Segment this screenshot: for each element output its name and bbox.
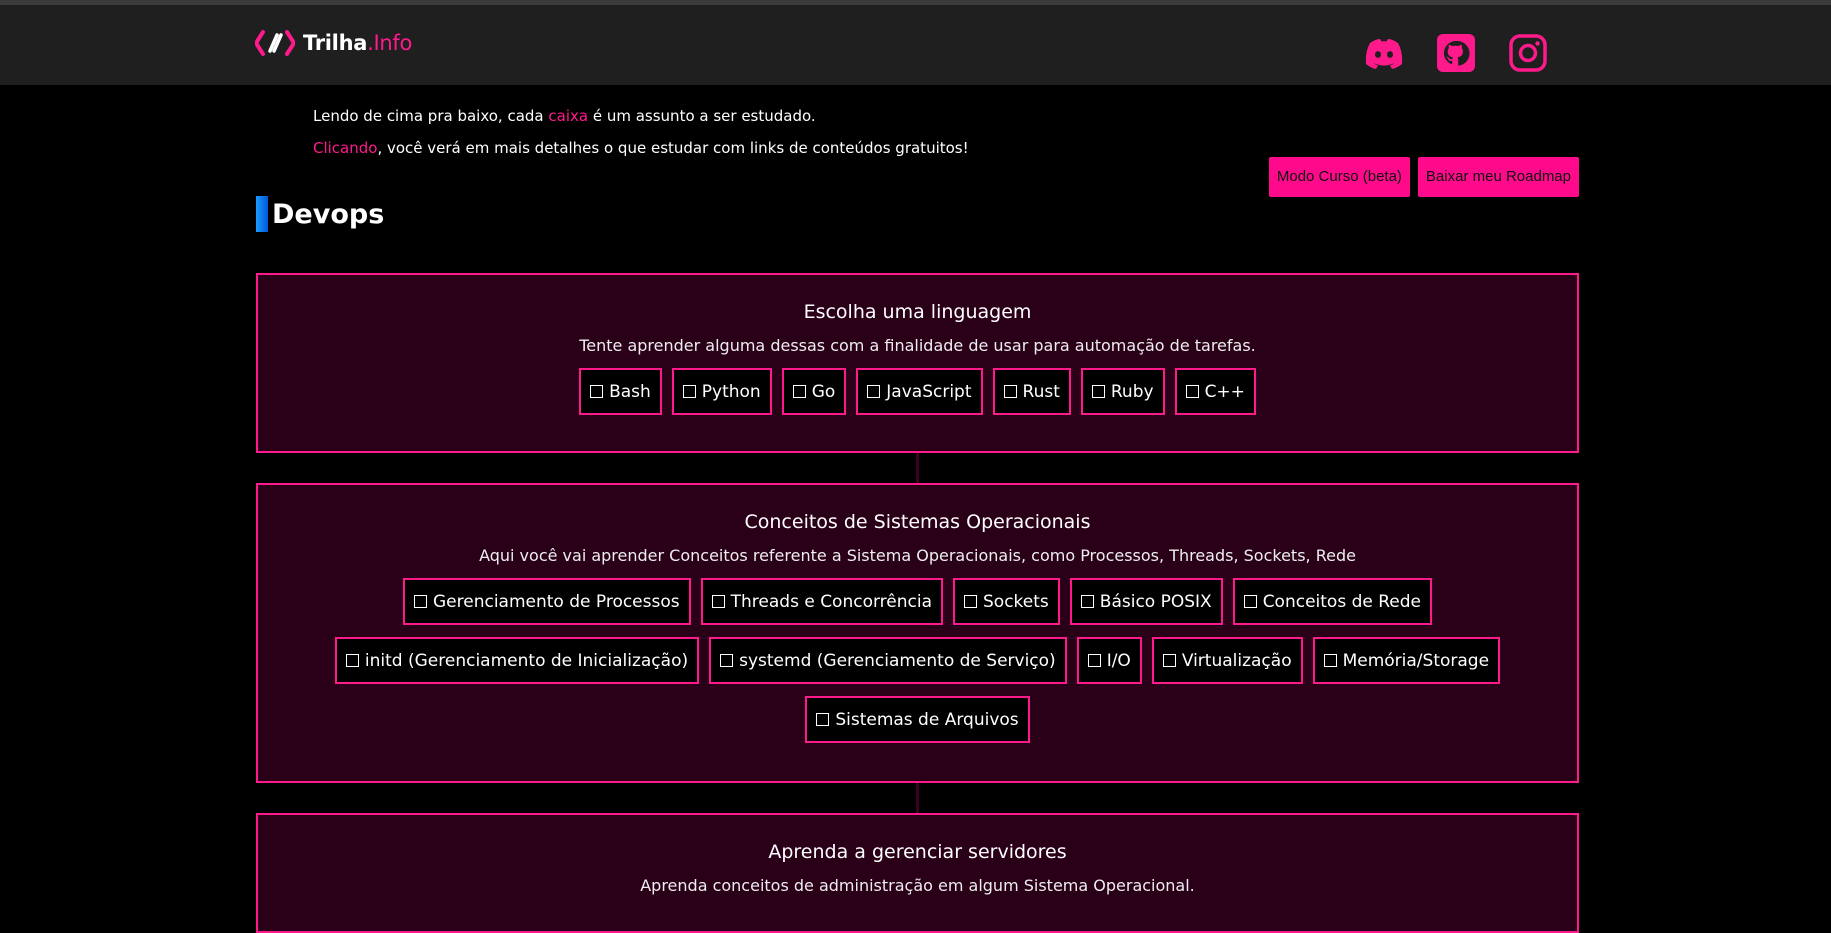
section-title: Aprenda a gerenciar servidores xyxy=(768,841,1067,863)
page-title: Devops xyxy=(256,196,384,232)
section-server-management[interactable]: Aprenda a gerenciar servidores Aprenda c… xyxy=(256,813,1579,933)
title-accent-bar xyxy=(256,196,268,232)
section-description: Aprenda conceitos de administração em al… xyxy=(640,876,1195,895)
instagram-icon[interactable] xyxy=(1507,32,1549,74)
roadmap-actions: Modo Curso (beta) Baixar meu Roadmap xyxy=(1268,157,1579,197)
logo-text: Trilha.Info xyxy=(303,31,413,55)
chip-memory-storage[interactable]: Memória/Storage xyxy=(1312,637,1501,684)
github-icon[interactable] xyxy=(1435,32,1477,74)
checkbox-icon[interactable] xyxy=(590,385,604,398)
connector-line xyxy=(916,453,919,483)
course-mode-button[interactable]: Modo Curso (beta) xyxy=(1268,157,1410,197)
section-description: Aqui você vai aprender Conceitos referen… xyxy=(479,546,1356,565)
checkbox-icon[interactable] xyxy=(1185,385,1199,398)
intro-text: Lendo de cima pra baixo, cada caixa é um… xyxy=(313,100,969,164)
checkbox-icon[interactable] xyxy=(1091,385,1105,398)
chip-cpp[interactable]: C++ xyxy=(1174,368,1256,415)
intro-line-1: Lendo de cima pra baixo, cada caixa é um… xyxy=(313,107,816,125)
logo-icon xyxy=(255,30,295,56)
section-title: Conceitos de Sistemas Operacionais xyxy=(744,511,1091,533)
checkbox-icon[interactable] xyxy=(682,385,696,398)
checkbox-icon[interactable] xyxy=(345,654,359,667)
chip-filesystems[interactable]: Sistemas de Arquivos xyxy=(805,696,1030,743)
checkbox-icon[interactable] xyxy=(1162,654,1176,667)
checkbox-icon[interactable] xyxy=(1003,385,1017,398)
section-title: Escolha uma linguagem xyxy=(803,301,1032,323)
topic-chips: Bash Python Go JavaScript Rust Ruby C++ xyxy=(258,368,1577,417)
chip-initd[interactable]: initd (Gerenciamento de Inicialização) xyxy=(334,637,700,684)
site-logo[interactable]: Trilha.Info xyxy=(255,29,412,57)
clicando-highlight: Clicando xyxy=(313,139,378,157)
chip-virtualization[interactable]: Virtualização xyxy=(1151,637,1303,684)
chip-process-management[interactable]: Gerenciamento de Processos xyxy=(402,578,691,625)
checkbox-icon[interactable] xyxy=(711,595,725,608)
site-header: Trilha.Info xyxy=(0,5,1831,85)
chip-python[interactable]: Python xyxy=(671,368,772,415)
section-choose-language[interactable]: Escolha uma linguagem Tente aprender alg… xyxy=(256,273,1579,453)
chip-sockets[interactable]: Sockets xyxy=(953,578,1060,625)
checkbox-icon[interactable] xyxy=(1243,595,1257,608)
chip-javascript[interactable]: JavaScript xyxy=(856,368,983,415)
checkbox-icon[interactable] xyxy=(1323,654,1337,667)
checkbox-icon[interactable] xyxy=(1080,595,1094,608)
social-links xyxy=(1363,32,1549,74)
connector-line xyxy=(916,783,919,813)
chip-go[interactable]: Go xyxy=(781,368,847,415)
checkbox-icon[interactable] xyxy=(964,595,978,608)
page-title-text: Devops xyxy=(272,198,385,230)
chip-ruby[interactable]: Ruby xyxy=(1080,368,1165,415)
chip-io[interactable]: I/O xyxy=(1076,637,1142,684)
checkbox-icon[interactable] xyxy=(1087,654,1101,667)
discord-icon[interactable] xyxy=(1363,32,1405,74)
intro-line-2: Clicando, você verá em mais detalhes o q… xyxy=(313,139,969,157)
chip-network[interactable]: Conceitos de Rede xyxy=(1232,578,1432,625)
chip-systemd[interactable]: systemd (Gerenciamento de Serviço) xyxy=(709,637,1067,684)
topic-chips: Gerenciamento de Processos Threads e Con… xyxy=(258,578,1577,745)
chip-bash[interactable]: Bash xyxy=(579,368,662,415)
chip-threads[interactable]: Threads e Concorrência xyxy=(700,578,944,625)
checkbox-icon[interactable] xyxy=(792,385,806,398)
chip-rust[interactable]: Rust xyxy=(992,368,1071,415)
checkbox-icon[interactable] xyxy=(720,654,734,667)
checkbox-icon[interactable] xyxy=(413,595,427,608)
caixa-highlight: caixa xyxy=(548,107,589,125)
checkbox-icon[interactable] xyxy=(867,385,881,398)
section-os-concepts[interactable]: Conceitos de Sistemas Operacionais Aqui … xyxy=(256,483,1579,783)
section-description: Tente aprender alguma dessas com a final… xyxy=(579,336,1256,355)
checkbox-icon[interactable] xyxy=(816,713,830,726)
download-roadmap-button[interactable]: Baixar meu Roadmap xyxy=(1417,157,1579,197)
chip-posix[interactable]: Básico POSIX xyxy=(1069,578,1223,625)
